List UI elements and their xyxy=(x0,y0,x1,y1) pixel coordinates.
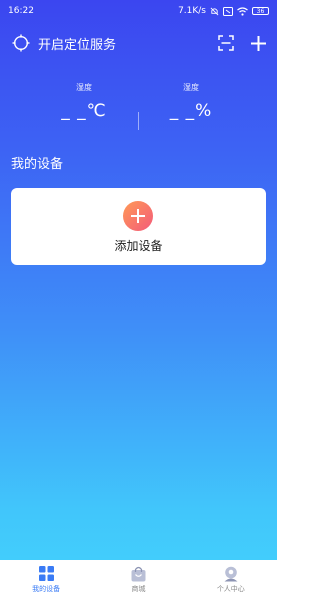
status-bar: 16:22 7.1K/s 36 xyxy=(0,0,277,22)
nav-my-devices[interactable]: 我的设备 xyxy=(6,560,86,594)
nav-label: 个人中心 xyxy=(216,585,245,593)
shopping-bag-icon xyxy=(131,566,146,581)
status-time: 16:22 xyxy=(8,6,34,16)
add-device-icon[interactable] xyxy=(123,201,153,231)
location-service-button[interactable]: 开启定位服务 xyxy=(12,34,116,53)
app-screen: 16:22 7.1K/s 36 开启定位服务 湿度 _ _℃ 湿度 _ _% 我… xyxy=(0,0,277,600)
nav-label: 商城 xyxy=(131,585,146,593)
temperature-value: _ _℃ xyxy=(61,101,107,121)
section-title: 我的设备 xyxy=(11,157,64,172)
network-speed: 7.1K/s xyxy=(178,6,206,16)
scan-icon[interactable] xyxy=(218,35,234,51)
sim-icon xyxy=(223,6,233,16)
top-header: 开启定位服务 xyxy=(12,30,267,56)
mute-icon xyxy=(210,7,219,15)
nav-label: 我的设备 xyxy=(32,585,61,593)
person-icon xyxy=(224,566,238,581)
humidity-label: 湿度 xyxy=(183,83,199,92)
locate-icon xyxy=(12,34,30,52)
add-device-card[interactable]: 添加设备 xyxy=(11,188,266,265)
wifi-icon xyxy=(237,6,248,16)
location-label: 开启定位服务 xyxy=(38,37,117,53)
nav-shop[interactable]: 商城 xyxy=(98,560,178,594)
nav-profile[interactable]: 个人中心 xyxy=(191,560,271,594)
temperature-block: 湿度 _ _℃ xyxy=(24,82,144,121)
add-icon[interactable] xyxy=(250,35,267,52)
humidity-block: 湿度 _ _% xyxy=(131,82,251,121)
battery-icon: 36 xyxy=(252,7,269,15)
bottom-nav: 我的设备 商城 个人中心 xyxy=(0,560,277,600)
status-icons: 7.1K/s 36 xyxy=(178,6,269,16)
temperature-label: 湿度 xyxy=(76,83,92,92)
add-device-label: 添加设备 xyxy=(114,239,163,253)
header-actions xyxy=(218,35,267,52)
weather-panel: 湿度 _ _℃ 湿度 _ _% xyxy=(0,82,277,132)
grid-icon xyxy=(38,566,54,581)
humidity-value: _ _% xyxy=(169,101,213,121)
